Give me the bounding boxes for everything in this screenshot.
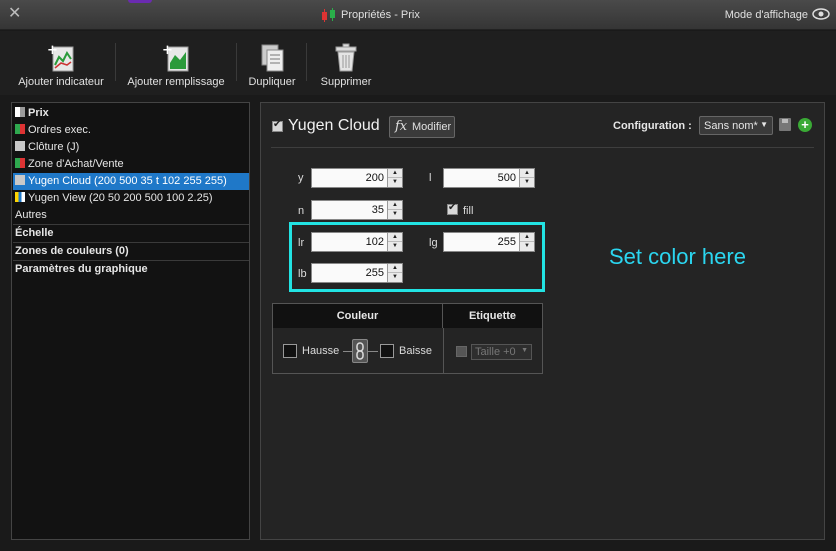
- fill-checkbox[interactable]: [447, 202, 458, 215]
- chain-link-icon[interactable]: [352, 339, 368, 363]
- color-swatch: [15, 107, 25, 117]
- save-icon[interactable]: [779, 118, 791, 131]
- section-color-zones[interactable]: Zones de couleurs (0): [13, 242, 249, 259]
- list-item-close[interactable]: Clôture (J): [13, 139, 249, 156]
- list-item-orders[interactable]: Ordres exec.: [13, 122, 249, 139]
- add-indicator-button[interactable]: + Ajouter indicateur: [18, 43, 104, 88]
- add-fill-icon: +: [162, 43, 189, 72]
- add-fill-button[interactable]: + Ajouter remplissage: [127, 43, 225, 88]
- link-line: [368, 351, 378, 352]
- color-swatch: [15, 141, 25, 151]
- eye-icon[interactable]: [812, 6, 830, 22]
- color-swatch: [15, 175, 25, 185]
- down-color-swatch[interactable]: [380, 344, 394, 358]
- properties-tree: Prix Ordres exec. Clôture (J) Zone d'Ach…: [11, 102, 250, 540]
- title-bar: ✕ Propriétés - Prix Mode d'affichage: [0, 0, 836, 30]
- toolbar-divider: [115, 43, 116, 81]
- param-y-input[interactable]: 200 ▲ ▼: [311, 168, 403, 188]
- list-item-others[interactable]: Autres: [13, 207, 249, 224]
- down-label: Baisse: [399, 345, 433, 357]
- delete-button[interactable]: Supprimer: [318, 43, 374, 88]
- toolbar-divider: [306, 43, 307, 81]
- up-color-swatch[interactable]: [283, 344, 297, 358]
- list-item-yugen-view[interactable]: Yugen View (20 50 200 500 100 2.25): [13, 190, 249, 207]
- chart-candles-icon: [322, 8, 335, 22]
- indicator-name: Yugen Cloud: [288, 117, 380, 134]
- chevron-down-icon: ▼: [760, 120, 768, 129]
- section-scale[interactable]: Échelle: [13, 224, 249, 241]
- divider: [271, 147, 814, 148]
- add-fill-label: Ajouter remplissage: [127, 76, 225, 88]
- close-icon[interactable]: ✕: [8, 6, 22, 22]
- configuration-label: Configuration :: [613, 120, 692, 132]
- label-size-select[interactable]: Taille +0 ▼: [471, 344, 532, 360]
- add-config-icon[interactable]: +: [798, 118, 812, 132]
- window-accent: [128, 0, 152, 3]
- svg-text:+: +: [47, 43, 58, 58]
- stepper[interactable]: ▲ ▼: [519, 169, 534, 187]
- section-chart-params[interactable]: Paramètres du graphique: [13, 260, 249, 277]
- display-mode-label[interactable]: Mode d'affichage: [725, 9, 808, 21]
- color-swatch: [15, 124, 25, 134]
- list-item-buy-sell-zone[interactable]: Zone d'Achat/Vente: [13, 156, 249, 173]
- function-icon: fx: [395, 119, 408, 134]
- annotation-text: Set color here: [609, 244, 746, 269]
- duplicate-label: Dupliquer: [248, 76, 296, 88]
- color-params-highlight: [289, 222, 545, 292]
- param-l-label: l: [429, 172, 432, 184]
- delete-label: Supprimer: [320, 76, 372, 88]
- add-indicator-icon: +: [47, 43, 74, 72]
- trash-icon: [335, 43, 357, 72]
- fill-label: fill: [463, 205, 474, 217]
- indicator-enabled-checkbox[interactable]: [272, 119, 283, 132]
- param-n-input[interactable]: 35 ▲ ▼: [311, 200, 403, 220]
- param-l-input[interactable]: 500 ▲ ▼: [443, 168, 535, 188]
- chain-icon: [356, 342, 364, 360]
- color-swatch: [15, 192, 25, 202]
- link-line: [343, 351, 352, 352]
- param-y-label: y: [298, 172, 304, 184]
- color-swatch: [15, 158, 25, 168]
- list-item-yugen-cloud[interactable]: Yugen Cloud (200 500 35 t 102 255 255): [13, 173, 249, 190]
- divider: [443, 328, 444, 373]
- stepper[interactable]: ▲ ▼: [387, 201, 402, 219]
- duplicate-button[interactable]: Dupliquer: [246, 43, 298, 88]
- up-label: Hausse: [302, 345, 340, 357]
- list-item-prix[interactable]: Prix: [13, 105, 249, 122]
- label-column-header: Etiquette: [443, 304, 542, 328]
- duplicate-icon: [261, 44, 284, 72]
- svg-text:+: +: [162, 43, 173, 58]
- indicator-settings-panel: Yugen Cloud fx Modifier Configuration : …: [260, 102, 825, 540]
- toolbar-divider: [236, 43, 237, 81]
- modify-button[interactable]: fx Modifier: [389, 116, 455, 138]
- toolbar: + Ajouter indicateur + Ajouter remplissa…: [0, 31, 836, 95]
- label-checkbox[interactable]: [456, 346, 467, 357]
- param-n-label: n: [298, 205, 305, 217]
- add-indicator-label: Ajouter indicateur: [18, 76, 104, 88]
- stepper[interactable]: ▲ ▼: [387, 169, 402, 187]
- color-column-header: Couleur: [273, 304, 443, 328]
- chevron-down-icon: ▼: [521, 347, 528, 354]
- configuration-select[interactable]: Sans nom* ▼: [699, 116, 773, 135]
- color-table: Couleur Etiquette Hausse Baisse Taille +…: [272, 303, 543, 374]
- window-title: Propriétés - Prix: [341, 9, 420, 21]
